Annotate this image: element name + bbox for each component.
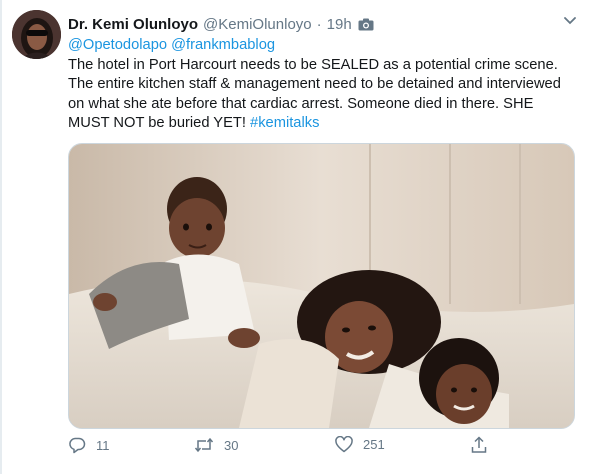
heart-icon [335,436,353,453]
like-count: 251 [363,437,385,452]
author-name[interactable]: Dr. Kemi Olunloyo [68,16,198,33]
separator-dot: · [316,15,322,33]
mentions-line: @Opetodolapo @frankmbablog [68,36,588,56]
avatar[interactable] [12,10,61,59]
tweet-timestamp[interactable]: 19h [327,16,352,33]
camera-icon [358,18,374,31]
text-line: on what she ate before that cardiac arre… [68,95,534,112]
mention-link[interactable]: @frankmbablog [171,37,275,53]
retweet-count: 30 [224,437,239,453]
tweet-text: @Opetodolapo @frankmbablog The hotel in … [68,36,588,134]
mention-link[interactable]: @Opetodolapo [68,37,167,53]
author-handle[interactable]: @KemiOlunloyo [203,16,312,33]
retweet-icon [194,436,214,454]
like-button[interactable]: 251 [335,436,385,453]
hashtag-link[interactable]: #kemitalks [250,115,319,131]
timeline-border [0,0,2,474]
share-button[interactable] [471,436,487,454]
retweet-button[interactable]: 30 [194,436,238,454]
text-line-last: MUST NOT be buried YET! #kemitalks [68,114,588,134]
text-line: The hotel in Port Harcourt needs to be S… [68,56,558,73]
text-line-content: MUST NOT be buried YET! [68,115,246,131]
reply-count: 11 [96,437,110,453]
tweet-actions: 11 30 251 [68,436,573,460]
reply-button[interactable]: 11 [68,436,110,454]
share-icon [471,436,487,454]
tweet-photo[interactable] [68,143,575,429]
reply-icon [68,436,86,454]
tweet-header: Dr. Kemi Olunloyo @KemiOlunloyo · 19h [68,14,374,34]
text-line: The entire kitchen staff & management ne… [68,76,561,92]
chevron-down-icon[interactable] [563,14,577,28]
